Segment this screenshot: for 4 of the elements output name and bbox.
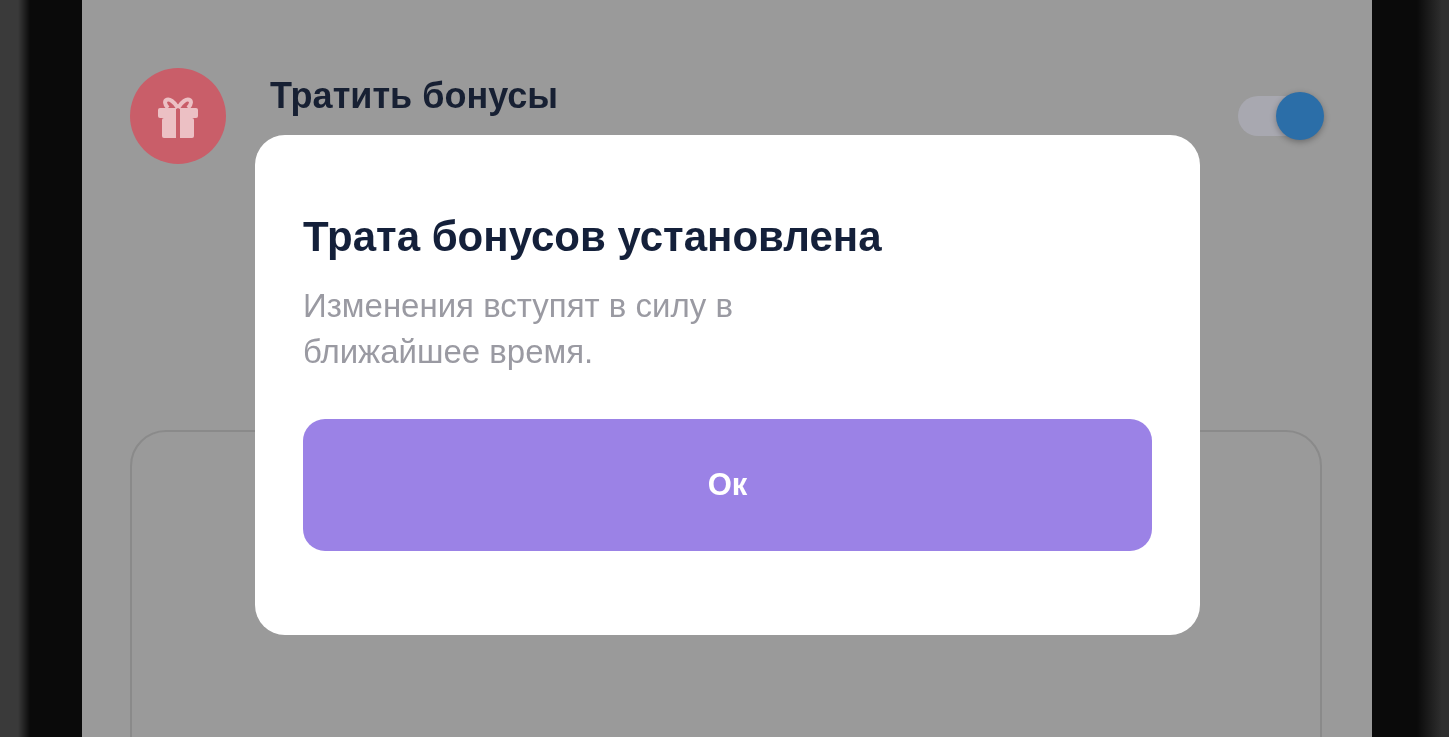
dialog-message: Изменения вступят в силу в ближайшее время. <box>303 286 734 372</box>
ok-button[interactable]: Ок <box>303 419 1152 551</box>
dialog-title: Трата бонусов установлена <box>303 213 882 261</box>
setting-title: Тратить бонусы <box>270 75 560 117</box>
